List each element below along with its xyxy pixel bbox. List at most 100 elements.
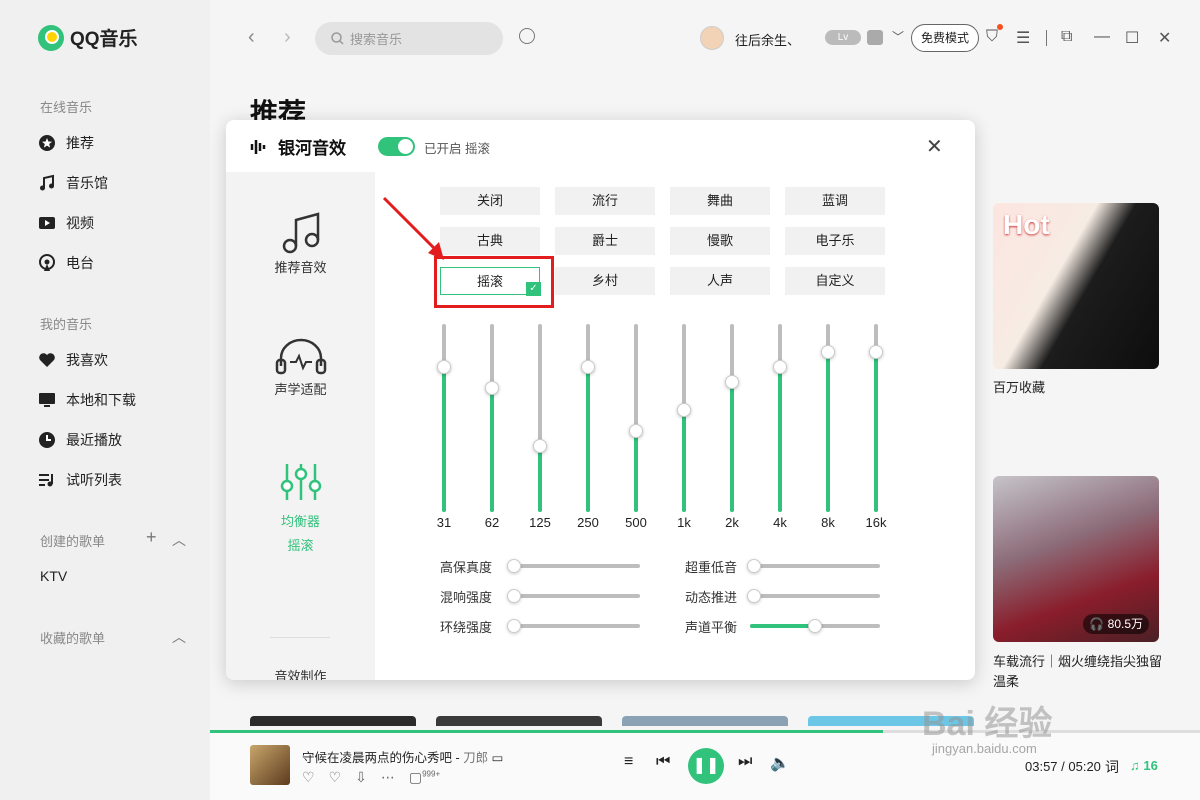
add-playlist-icon[interactable]: + [146,527,157,548]
tab-effect-creation[interactable]: 音效制作 [226,666,375,680]
preset-button[interactable]: 乡村 [555,267,655,295]
effect-control-knob[interactable] [747,559,761,573]
eq-band-knob[interactable] [581,360,595,374]
pause-button[interactable]: ❚❚ [688,748,724,784]
now-playing-title[interactable]: 守候在凌晨两点的伤心秀吧 - 刀郎 ▭ [302,747,503,766]
tab-equalizer[interactable]: 均衡器 摇滚 [226,462,375,554]
eq-band-slider[interactable] [677,324,691,512]
more-icon[interactable]: ⋯ [381,769,395,786]
sidebar-item-trial-list[interactable]: 试听列表 [38,470,122,490]
effect-control-knob[interactable] [747,589,761,603]
like-icon[interactable]: ♡ [302,769,315,786]
collapse-collected-icon[interactable]: ︿ [172,627,186,647]
playlist-item-ktv[interactable]: KTV [40,568,67,584]
tab-recommended-effects[interactable]: 推荐音效 [226,210,375,276]
close-window-icon[interactable]: ✕ [1158,28,1171,48]
effect-control-knob[interactable] [507,559,521,573]
minimize-icon[interactable]: — [1094,28,1110,46]
preset-label: 乡村 [591,273,618,288]
menu-icon[interactable]: ☰ [1016,28,1030,48]
eq-band-slider[interactable] [485,324,499,512]
eq-band-knob[interactable] [869,345,883,359]
album-thumbnail[interactable] [622,716,788,726]
sidebar-item-recommend[interactable]: 推荐 [38,133,94,153]
playlist-count[interactable]: ♫ 16 [1130,758,1158,773]
playlist-card-hot[interactable]: Hot [993,203,1159,369]
effect-control-knob[interactable] [507,619,521,633]
preset-button[interactable]: 电子乐 [785,227,885,255]
comment-icon[interactable]: ▢999+ [409,769,440,786]
free-mode-button[interactable]: 免费模式 [911,24,979,52]
eq-band-slider[interactable] [725,324,739,512]
now-playing-cover[interactable] [250,745,290,785]
app-logo[interactable]: QQ音乐 [38,24,138,51]
maximize-icon[interactable]: ☐ [1125,28,1139,48]
skin-icon[interactable]: ⛉ [986,28,998,46]
effect-control-slider[interactable] [747,559,880,573]
close-dialog-icon[interactable]: ✕ [926,134,943,159]
eq-band-knob[interactable] [821,345,835,359]
back-arrow-icon[interactable]: ‹ [248,26,255,49]
effect-control-knob[interactable] [507,589,521,603]
lyrics-button[interactable]: 词 [1105,757,1119,777]
card-caption[interactable]: 百万收藏 [993,378,1163,398]
preset-button[interactable]: 舞曲 [670,187,770,215]
effect-control-label: 环绕强度 [440,620,493,635]
eq-band-slider[interactable] [581,324,595,512]
eq-band-knob[interactable] [677,403,691,417]
sidebar-item-liked[interactable]: 我喜欢 [38,350,108,370]
sidebar-item-music-hall[interactable]: 音乐馆 [38,173,108,193]
effect-control-slider[interactable] [747,589,880,603]
effect-control-knob[interactable] [808,619,822,633]
preset-button[interactable]: 爵士 [555,227,655,255]
search-input[interactable]: 搜索音乐 [315,22,503,55]
preset-button[interactable]: 人声 [670,267,770,295]
eq-band-knob[interactable] [485,381,499,395]
eq-band-knob[interactable] [773,360,787,374]
previous-track-icon[interactable]: ⏮ [656,753,670,771]
eq-band-slider[interactable] [869,324,883,512]
tab-acoustic-adaptation[interactable]: 声学适配 [226,338,375,398]
eq-band-knob[interactable] [533,439,547,453]
vip-badge-icon[interactable] [867,30,883,45]
sidebar-item-local-download[interactable]: 本地和下载 [38,390,136,410]
eq-band-slider[interactable] [533,324,547,512]
download-icon[interactable]: ⇩ [355,769,367,786]
chevron-down-icon[interactable]: ﹀ [892,28,904,45]
album-thumbnail[interactable] [436,716,602,726]
eq-band-slider[interactable] [821,324,835,512]
card-caption[interactable]: 车载流行｜烟火缠绕指尖独留温柔 [993,652,1163,692]
collapse-created-icon[interactable]: ︿ [172,530,186,550]
preset-button[interactable]: 自定义 [785,267,885,295]
effect-control-slider[interactable] [750,619,880,633]
playlist-card-car[interactable]: 🎧 80.5万 [993,476,1159,642]
preset-button[interactable]: 蓝调 [785,187,885,215]
vip-level-badge[interactable]: Lv [825,30,861,45]
eq-band-slider[interactable] [773,324,787,512]
sound-effect-toggle[interactable] [378,137,415,156]
voice-search-icon[interactable] [519,28,535,44]
preset-button[interactable]: 慢歌 [670,227,770,255]
album-thumbnail[interactable] [250,716,416,726]
username[interactable]: 往后余生、 [735,30,800,49]
mini-mode-icon[interactable]: ⧉ [1061,28,1072,46]
effect-control-slider[interactable] [507,619,640,633]
volume-icon[interactable]: 🔈 [770,753,790,773]
preset-button[interactable]: 流行 [555,187,655,215]
user-avatar[interactable] [700,26,724,50]
sidebar-item-radio[interactable]: 电台 [38,253,94,273]
effect-control-slider[interactable] [507,589,640,603]
effect-control-label: 超重低音 [685,560,738,575]
next-track-icon[interactable]: ⏭ [738,753,752,771]
eq-band-knob[interactable] [725,375,739,389]
eq-band-slider[interactable] [629,324,643,512]
forward-arrow-icon[interactable]: › [284,26,291,49]
eq-band-knob[interactable] [437,360,451,374]
sidebar-item-recent[interactable]: 最近播放 [38,430,122,450]
effect-control-slider[interactable] [507,559,640,573]
sidebar-item-video[interactable]: 视频 [38,213,94,233]
playlist-mode-icon[interactable]: ≡ [624,753,633,771]
eq-band-slider[interactable] [437,324,451,512]
dislike-icon[interactable]: ♡ [329,769,342,786]
eq-band-knob[interactable] [629,424,643,438]
